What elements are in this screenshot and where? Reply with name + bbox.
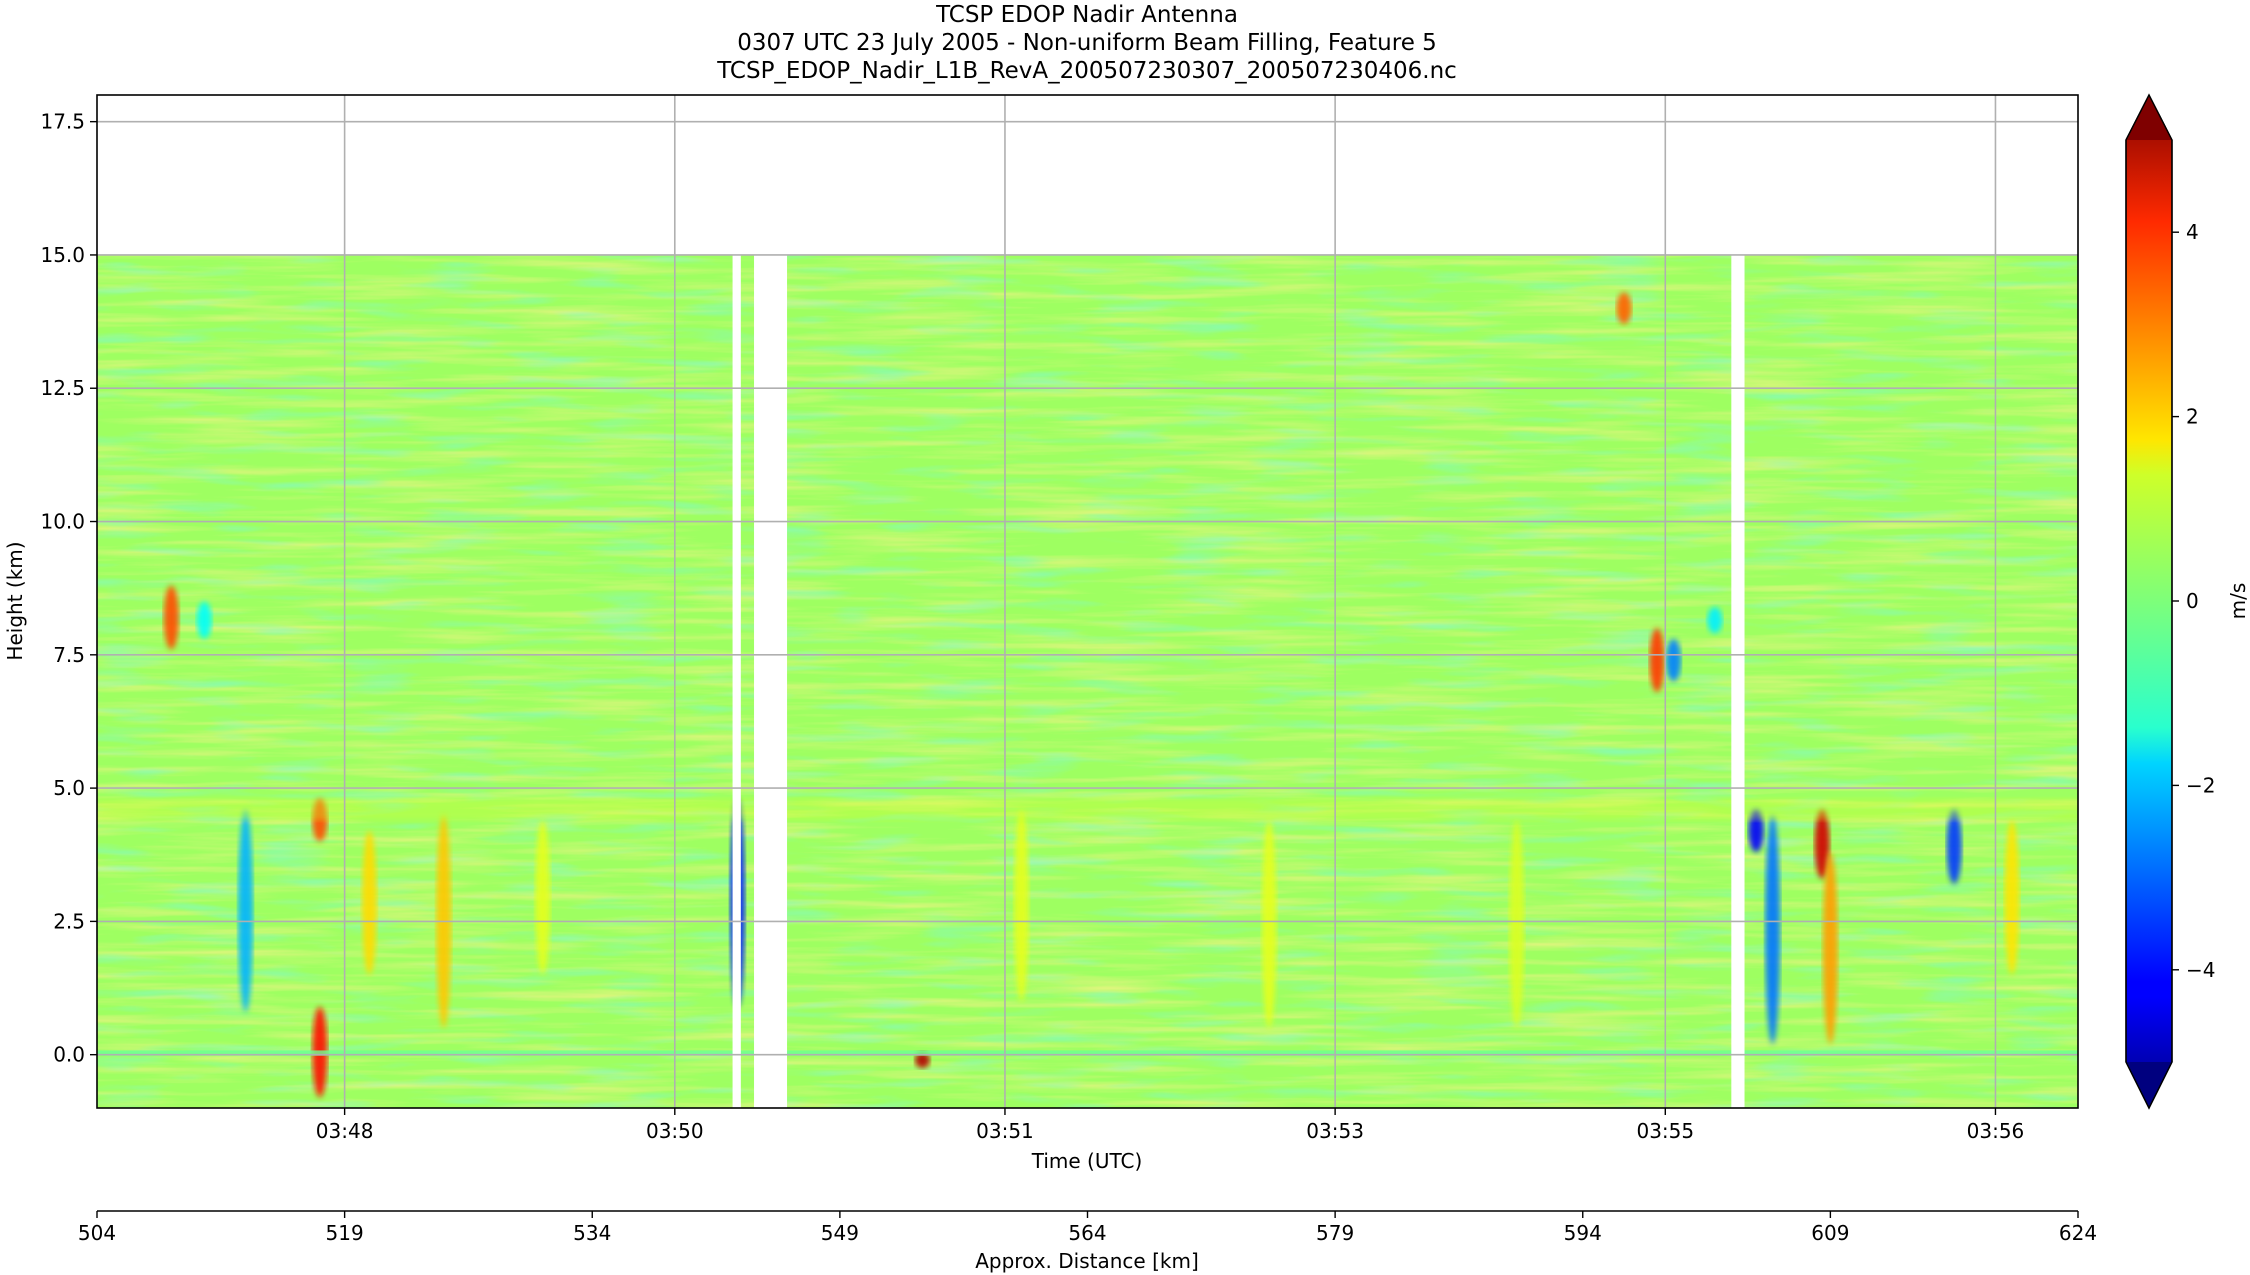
y-tick-label: 10.0 [40,510,85,534]
velocity-feature [1261,820,1277,1029]
x-tick-label: 03:55 [1636,1119,1694,1143]
colorbar-label: m/s [2226,583,2250,620]
velocity-feature [163,585,179,650]
y-tick-label: 5.0 [53,776,85,800]
colorbar-extend-max [2126,95,2172,140]
colorbar-gradient [2125,93,2173,1110]
y-tick-label: 2.5 [53,909,85,933]
x-tick-label: 03:50 [646,1119,704,1143]
distance-axis-label: Approx. Distance [km] [975,1249,1199,1273]
velocity-feature [1509,820,1525,1029]
y-tick-label: 0.0 [53,1043,85,1067]
velocity-feature [361,830,377,975]
distance-tick-label: 504 [78,1221,116,1245]
velocity-feature [2004,820,2020,975]
colorbar-tick-label: −4 [2186,958,2215,982]
x-tick-label: 03:56 [1967,1119,2025,1143]
colorbar-extend-min [2126,1062,2172,1108]
y-tick-label: 12.5 [40,376,85,400]
velocity-feature [1822,852,1838,1045]
colorbar-tick-label: 0 [2186,589,2199,613]
colorbar-tick-label: 2 [2186,405,2199,429]
x-axis-time: 03:48 03:50 03:51 03:53 03:55 03:56 [316,1108,2024,1143]
distance-tick-label: 549 [821,1221,859,1245]
distance-tick-label: 609 [1811,1221,1849,1245]
velocity-feature [1765,814,1781,1045]
velocity-feature [1014,809,1029,1002]
distance-tick-label: 519 [326,1221,364,1245]
figure: TCSP EDOP Nadir Antenna 0307 UTC 23 July… [0,0,2250,1275]
distance-tick-label: 624 [2059,1221,2097,1245]
x-tick-label: 03:48 [316,1119,374,1143]
velocity-texture-cool [97,254,2078,1108]
velocity-feature [238,809,254,1013]
y-axis: 0.0 2.5 5.0 7.5 10.0 12.5 15.0 17.5 [40,110,97,1067]
velocity-feature [1946,809,1962,885]
chart-svg: 0.02.55.07.510.012.515.017.5 03:48 03:50 0… [3,93,2250,1273]
data-gap [1731,95,1745,1108]
y-tick-label: 15.0 [40,243,85,267]
velocity-feature [1616,292,1632,325]
colorbar-tick-label: −2 [2186,773,2215,797]
x-tick-label: 03:51 [976,1119,1034,1143]
distance-tick-label: 594 [1564,1221,1602,1245]
velocity-feature [535,820,551,975]
velocity-feature [196,601,212,639]
velocity-feature [1666,638,1681,682]
velocity-feature [1707,606,1723,634]
data-gap [754,95,788,1108]
x-axis-distance: 504 519 534 549 564 579 594 609 624 Approx. Dist… [78,1210,2097,1273]
y-tick-label: 7.5 [53,643,85,667]
colorbar-tick-label: 4 [2186,220,2199,244]
velocity-feature [1649,628,1665,693]
y-tick-label: 17.5 [40,110,85,134]
distance-tick-label: 534 [573,1221,611,1245]
x-tick-label: 03:53 [1306,1119,1364,1143]
colorbar: 4 2 0 −4 −2 m/s [2125,93,2250,1110]
distance-tick-label: 564 [1068,1221,1106,1245]
data-gap [732,95,741,1108]
y-axis-label: Height (km) [3,541,27,660]
melting-layer-band [97,798,2078,821]
distance-tick-label: 579 [1316,1221,1354,1245]
x-axis-label: Time (UTC) [1031,1149,1143,1173]
plot-area: 0.02.55.07.510.012.515.017.5 03:48 03:50 0… [3,94,2079,1173]
